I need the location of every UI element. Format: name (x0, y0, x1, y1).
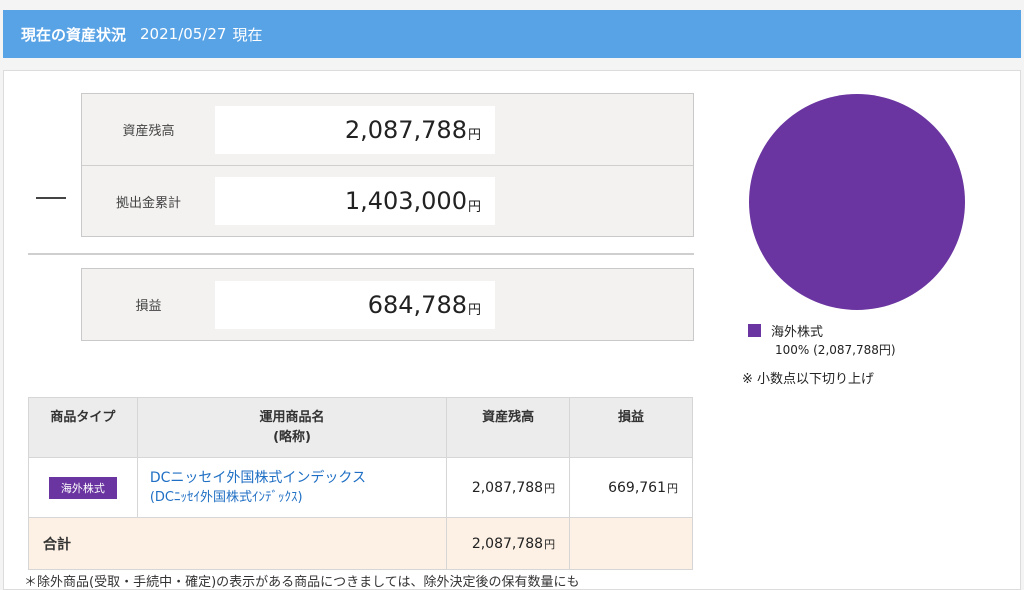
as-of-label: 現在 (232, 25, 263, 44)
header-fund-name: 運用商品名 (略称) (136, 397, 448, 458)
legend-detail: 100% (2,087,788円) (775, 343, 896, 357)
balance-row: 資産残高 2,087,788 円 (82, 94, 693, 165)
yen-unit: 円 (544, 537, 556, 551)
cell-type: 海外株式 (28, 457, 138, 518)
total-profit-empty (569, 517, 693, 570)
yen-unit: 円 (467, 303, 481, 318)
pie-slice-overseas-stocks (749, 94, 965, 310)
asset-allocation-pie (749, 94, 965, 310)
asset-status-panel: 資産残高 2,087,788 円 拠出金累計 1,403,000 円 損益 684,… (3, 70, 1021, 590)
contributions-label: 拠出金累計 (115, 195, 181, 211)
profit-box: 損益 684,788 円 (81, 268, 694, 341)
table-header-row: 商品タイプ 運用商品名 (略称) 資産残高 損益 (28, 397, 693, 458)
holdings-table: 商品タイプ 運用商品名 (略称) 資産残高 損益 海外株式 DCニッセイ外国株式… (27, 397, 693, 570)
page-title: 現在の資産状況 (21, 25, 127, 44)
pie-legend: 海外株式 100% (2,087,788円) (748, 321, 896, 358)
minus-sign-icon (36, 197, 66, 199)
cell-fund-name[interactable]: DCニッセイ外国株式インデックス (DCﾆｯｾｲ外国株式ｲﾝﾃﾞｯｸｽ) (136, 457, 448, 518)
contributions-value: 1,403,000 (344, 187, 467, 215)
balance-contribution-box: 資産残高 2,087,788 円 拠出金累計 1,403,000 円 (81, 93, 694, 237)
header-name-line1: 運用商品名 (259, 410, 325, 425)
fund-short-name[interactable]: (DCﾆｯｾｲ外国株式ｲﾝﾃﾞｯｸｽ) (150, 488, 446, 507)
balance-value-box: 2,087,788 円 (215, 105, 495, 154)
yen-unit: 円 (467, 128, 481, 143)
as-of-date: 2021/05/27 (140, 25, 227, 43)
header-type: 商品タイプ (28, 397, 138, 458)
cell-balance: 2,087,788円 (446, 457, 571, 518)
cell-profit: 669,761円 (569, 457, 693, 518)
profit-label: 損益 (135, 299, 162, 314)
fund-name-link[interactable]: DCニッセイ外国株式インデックス (150, 469, 446, 488)
profit-value: 684,788 (367, 290, 467, 319)
header-profit: 損益 (569, 397, 693, 458)
row-balance-value: 2,087,788 (471, 479, 544, 496)
equals-divider (28, 253, 694, 255)
yen-unit: 円 (667, 481, 678, 495)
total-balance: 2,087,788円 (446, 517, 571, 570)
total-label: 合計 (27, 517, 448, 570)
yen-unit: 円 (544, 481, 556, 495)
footnote: ＊除外商品(受取・手続中・確定)の表示がある商品につきましては、除外決定後の保有… (24, 575, 580, 590)
balance-value: 2,087,788 (344, 115, 467, 144)
contributions-row: 拠出金累計 1,403,000 円 (82, 165, 693, 236)
legend-item: 海外株式 (748, 321, 896, 340)
header-name-line2: (略称) (273, 430, 311, 445)
total-balance-value: 2,087,788 (471, 535, 544, 552)
profit-row: 損益 684,788 円 (82, 269, 693, 340)
header-balance: 資産残高 (446, 397, 571, 458)
total-row: 合計 2,087,788円 (27, 517, 693, 570)
rounding-note: ※ 小数点以下切り上げ (742, 372, 875, 387)
table-row: 海外株式 DCニッセイ外国株式インデックス (DCﾆｯｾｲ外国株式ｲﾝﾃﾞｯｸｽ… (28, 457, 693, 518)
product-type-badge: 海外株式 (48, 476, 117, 499)
legend-swatch (748, 324, 761, 337)
row-profit-value: 669,761 (608, 479, 666, 496)
balance-label: 資産残高 (122, 124, 175, 139)
legend-label: 海外株式 (771, 325, 824, 340)
contributions-value-box: 1,403,000 円 (215, 177, 495, 225)
profit-value-box: 684,788 円 (215, 280, 495, 329)
yen-unit: 円 (467, 199, 481, 215)
page-header: 現在の資産状況 2021/05/27 現在 (3, 10, 1021, 58)
